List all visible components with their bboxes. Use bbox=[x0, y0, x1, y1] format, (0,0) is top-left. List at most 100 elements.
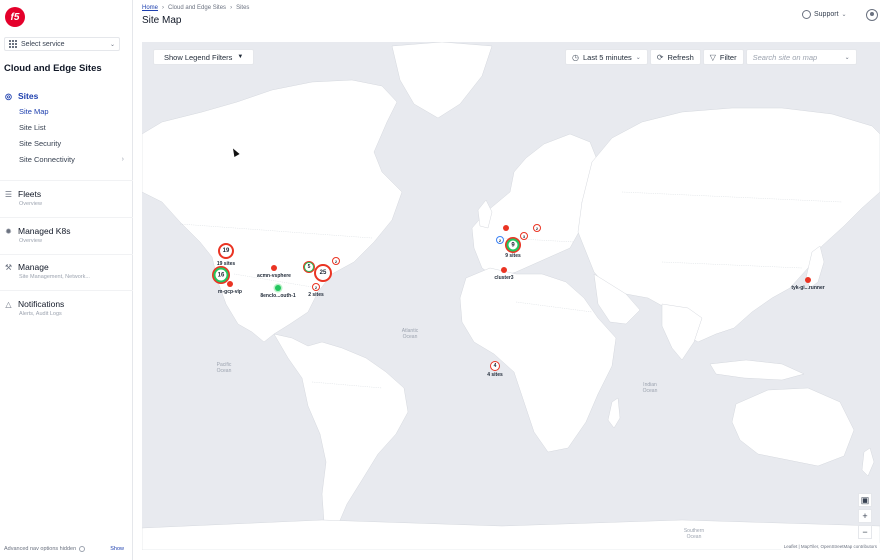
world-map[interactable] bbox=[142, 42, 880, 550]
nav-divider bbox=[0, 180, 133, 181]
support-menu[interactable]: Support ⌄ bbox=[802, 10, 847, 19]
refresh-label: Refresh bbox=[667, 52, 694, 62]
site-cluster-marker[interactable]: 2 bbox=[496, 236, 504, 244]
fleets-icon: ☰ bbox=[4, 189, 13, 199]
cluster-label: 2 sites bbox=[308, 292, 324, 298]
zoom-in-button[interactable]: + bbox=[858, 509, 872, 523]
search-site-input[interactable]: Search site on map ⌄ bbox=[745, 49, 857, 65]
site-cluster-marker[interactable]: 4 bbox=[490, 361, 500, 371]
legend-filters-label: Show Legend Filters bbox=[164, 52, 233, 62]
user-avatar-icon[interactable] bbox=[866, 9, 878, 21]
site-map[interactable]: Atlantic Ocean Pacific Ocean Indian Ocea… bbox=[142, 42, 880, 550]
show-advanced-nav-link[interactable]: Show bbox=[110, 546, 124, 552]
site-label: cluster3 bbox=[494, 275, 514, 281]
nav-site-list[interactable]: Site List bbox=[19, 120, 128, 136]
breadcrumb-home[interactable]: Home bbox=[142, 5, 158, 11]
site-cluster-marker[interactable]: 3 bbox=[520, 232, 528, 240]
bell-icon: △ bbox=[5, 299, 12, 309]
nav-notifications-label: Notifications bbox=[18, 299, 65, 309]
filter-icon: ▽ bbox=[709, 52, 716, 62]
site-label: m-gcp-vip bbox=[218, 289, 242, 295]
site-marker[interactable] bbox=[503, 225, 509, 231]
site-cluster-marker[interactable]: 25 bbox=[314, 264, 332, 282]
chevron-down-icon: ⌄ bbox=[635, 54, 641, 61]
nav-divider bbox=[0, 217, 133, 218]
nav-manage[interactable]: ⚒ Manage bbox=[4, 261, 128, 273]
breadcrumb-cloud-edge[interactable]: Cloud and Edge Sites bbox=[168, 5, 226, 11]
site-cluster-marker[interactable]: 2 bbox=[533, 224, 541, 232]
cluster-label: 19 sites bbox=[216, 261, 236, 267]
nav-group-notifications[interactable]: △ Notifications Alerts, Audit Logs bbox=[4, 298, 128, 317]
nav-managed-k8s[interactable]: ✹ Managed K8s bbox=[4, 225, 128, 237]
map-attribution[interactable]: Leaflet | MapTiler, OpenStreetMap contri… bbox=[780, 543, 880, 550]
nav-divider bbox=[0, 290, 133, 291]
breadcrumb-separator: › bbox=[162, 5, 165, 11]
chevron-down-icon: ⌄ bbox=[844, 54, 850, 61]
lifebuoy-icon bbox=[802, 10, 811, 19]
site-marker[interactable] bbox=[227, 281, 233, 287]
site-marker[interactable] bbox=[275, 285, 281, 291]
nav-site-connectivity[interactable]: Site Connectivity › bbox=[19, 152, 128, 168]
breadcrumb-separator: › bbox=[230, 5, 233, 11]
advanced-nav-text: Advanced nav options hidden bbox=[4, 546, 77, 552]
refresh-button[interactable]: ⟳ Refresh bbox=[649, 49, 701, 65]
site-cluster-marker[interactable]: 2 bbox=[332, 257, 340, 265]
nav-sites-label: Sites bbox=[18, 91, 39, 101]
site-marker[interactable] bbox=[501, 267, 507, 273]
sidebar-footer: Advanced nav options hidden Show bbox=[4, 546, 128, 552]
ocean-label-atlantic: Atlantic Ocean bbox=[401, 328, 419, 340]
filter-label: Filter bbox=[719, 52, 737, 62]
nav-group-managed-k8s[interactable]: ✹ Managed K8s Overview bbox=[4, 225, 128, 244]
nav-group-fleets[interactable]: ☰ Fleets Overview bbox=[4, 188, 128, 207]
chevron-down-icon: ⌄ bbox=[841, 12, 847, 18]
nav-divider bbox=[0, 254, 133, 255]
nav-group-sites: ◎ Sites Site Map Site List Site Security… bbox=[4, 90, 128, 168]
nav-sites[interactable]: ◎ Sites bbox=[4, 90, 128, 102]
site-label: 8enclo...outh-1 bbox=[260, 293, 296, 299]
site-cluster-marker[interactable]: 19 bbox=[218, 243, 234, 259]
site-marker[interactable] bbox=[805, 277, 811, 283]
nav-fleets-label: Fleets bbox=[18, 189, 42, 199]
nav-manage-label: Manage bbox=[18, 262, 49, 272]
time-range-select[interactable]: ◷ Last 5 minutes ⌄ bbox=[565, 49, 648, 65]
nav-managed-k8s-sub: Overview bbox=[19, 238, 42, 244]
site-cluster-marker[interactable]: 9 bbox=[506, 238, 520, 252]
fullscreen-icon[interactable]: ▣ bbox=[858, 493, 872, 507]
site-label: acmn-vsphere bbox=[257, 273, 291, 279]
f5-logo[interactable]: f5 bbox=[5, 7, 25, 27]
cluster-label: 9 sites bbox=[505, 253, 521, 259]
site-cluster-marker[interactable]: 5 bbox=[304, 262, 314, 272]
nav-group-manage[interactable]: ⚒ Manage Site Management, Network... bbox=[4, 261, 128, 280]
chevron-right-icon: › bbox=[121, 156, 124, 163]
site-cluster-marker[interactable]: 16 bbox=[213, 267, 229, 283]
refresh-icon: ⟳ bbox=[656, 52, 664, 62]
page-header: Home › Cloud and Edge Sites › Sites Site… bbox=[133, 0, 896, 36]
nav-site-security[interactable]: Site Security bbox=[19, 136, 128, 152]
nav-fleets-sub: Overview bbox=[19, 201, 42, 207]
support-label: Support bbox=[814, 11, 839, 18]
filter-button[interactable]: ▽ Filter bbox=[702, 49, 744, 65]
time-range-label: Last 5 minutes bbox=[582, 52, 632, 62]
k8s-icon: ✹ bbox=[5, 226, 12, 236]
ocean-label-southern: Southern Ocean bbox=[683, 528, 705, 540]
globe-icon: ◎ bbox=[5, 91, 12, 101]
help-icon[interactable] bbox=[79, 546, 86, 552]
search-site-placeholder: Search site on map bbox=[752, 52, 818, 62]
clock-icon: ◷ bbox=[572, 52, 579, 62]
grid-icon bbox=[9, 40, 17, 48]
site-marker[interactable] bbox=[271, 265, 277, 271]
wrench-icon: ⚒ bbox=[4, 262, 13, 272]
zoom-out-button[interactable]: − bbox=[858, 525, 872, 539]
chevron-down-icon: ⌄ bbox=[109, 41, 115, 48]
site-label: tyk-gi...runner bbox=[791, 285, 825, 291]
nav-notifications[interactable]: △ Notifications bbox=[4, 298, 128, 310]
ocean-label-indian: Indian Ocean bbox=[642, 382, 658, 394]
site-cluster-marker[interactable]: 2 bbox=[312, 283, 320, 291]
nav-site-map[interactable]: Site Map bbox=[19, 104, 128, 120]
nav-fleets[interactable]: ☰ Fleets bbox=[4, 188, 128, 200]
map-toolbar: ◷ Last 5 minutes ⌄ ⟳ Refresh ▽ Filter Se… bbox=[565, 49, 857, 65]
breadcrumb: Home › Cloud and Edge Sites › Sites bbox=[142, 5, 249, 11]
show-legend-filters-button[interactable]: Show Legend Filters ▼ bbox=[153, 49, 255, 65]
nav-managed-k8s-label: Managed K8s bbox=[18, 226, 71, 236]
select-service-dropdown[interactable]: Select service ⌄ bbox=[4, 37, 120, 51]
